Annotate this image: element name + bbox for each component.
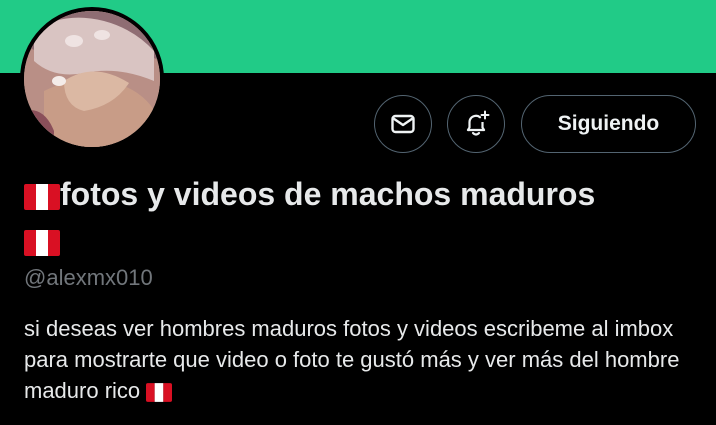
profile-handle: @alexmx010 [24, 265, 153, 290]
following-label: Siguiendo [557, 112, 660, 135]
display-name-text: fotos y videos de machos maduros [60, 176, 596, 212]
following-button[interactable]: Siguiendo [521, 95, 696, 153]
message-button[interactable] [374, 95, 432, 153]
bell-plus-icon [466, 110, 490, 136]
peru-flag-icon [24, 229, 60, 256]
mail-icon [391, 114, 415, 134]
profile-bio: si deseas ver hombres maduros fotos y vi… [24, 313, 704, 406]
display-name: fotos y videos de machos maduros [24, 171, 704, 263]
bio-text: si deseas ver hombres maduros fotos y vi… [24, 316, 680, 403]
profile-avatar[interactable] [20, 7, 164, 151]
notifications-button[interactable] [447, 95, 505, 153]
peru-flag-icon [146, 382, 173, 402]
avatar-photo [24, 11, 160, 147]
peru-flag-icon [24, 183, 60, 210]
